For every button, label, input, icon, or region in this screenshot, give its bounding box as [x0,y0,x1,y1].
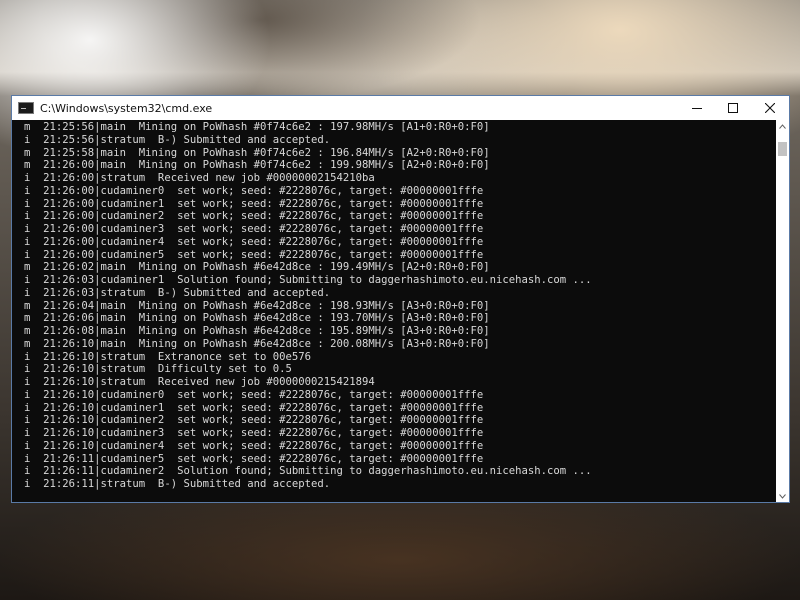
console-output[interactable]: m 21:25:56|main Mining on PoWhash #0f74c… [12,120,789,502]
console-line: m 21:26:00|main Mining on PoWhash #0f74c… [24,159,490,172]
window-titlebar[interactable]: C:\Windows\system32\cmd.exe [12,96,789,121]
console-line: i 21:26:11|stratum B-) Submitted and acc… [24,478,331,490]
console-lines: m 21:25:56|main Mining on PoWhash #0f74c… [24,121,775,491]
console-line: i 21:26:00|cudaminer3 set work; seed: #2… [24,223,484,235]
console-line: m 21:25:58|main Mining on PoWhash #0f74c… [24,146,490,159]
window-title: C:\Windows\system32\cmd.exe [40,101,213,115]
close-icon [765,103,775,113]
cmd-app-icon[interactable] [18,102,34,114]
console-line: m 21:26:02|main Mining on PoWhash #6e42d… [24,261,490,274]
scroll-down-button[interactable] [776,490,789,502]
chevron-up-icon [779,123,786,129]
minimize-icon [692,108,702,109]
console-line: i 21:26:10|stratum Difficulty set to 0.5 [24,363,292,376]
scroll-up-button[interactable] [776,120,789,132]
console-line: i 21:25:56|stratum B-) Submitted and acc… [24,133,331,146]
console-line: m 21:25:56|main Mining on PoWhash #0f74c… [24,121,490,133]
minimize-button[interactable] [679,96,715,120]
console-line: m 21:26:06|main Mining on PoWhash #6e42d… [24,312,490,325]
close-button[interactable] [751,96,789,120]
console-line: i 21:26:10|cudaminer2 set work; seed: #2… [24,414,484,427]
console-line: m 21:26:10|main Mining on PoWhash #6e42d… [24,337,490,350]
cmd-window[interactable]: C:\Windows\system32\cmd.exe m 21:25:56|m… [11,95,790,503]
console-line: i 21:26:00|cudaminer0 set work; seed: #2… [24,184,484,197]
console-line: i 21:26:00|cudaminer5 set work; seed: #2… [24,248,484,261]
console-line: m 21:26:08|main Mining on PoWhash #6e42d… [24,325,490,337]
console-line: i 21:26:10|stratum Received new job #000… [24,376,375,388]
maximize-icon [728,103,738,113]
chevron-down-icon [779,493,786,499]
console-line: i 21:26:10|cudaminer1 set work; seed: #2… [24,401,484,414]
console-line: i 21:26:00|cudaminer1 set work; seed: #2… [24,197,484,210]
console-line: i 21:26:03|cudaminer1 Solution found; Su… [24,274,592,286]
console-line: i 21:26:10|cudaminer4 set work; seed: #2… [24,439,484,452]
console-line: i 21:26:00|cudaminer4 set work; seed: #2… [24,235,484,248]
maximize-button[interactable] [715,96,751,120]
console-line: i 21:26:00|cudaminer2 set work; seed: #2… [24,210,484,223]
console-line: i 21:26:00|stratum Received new job #000… [24,172,375,184]
console-line: i 21:26:10|cudaminer3 set work; seed: #2… [24,427,484,439]
console-line: i 21:26:10|cudaminer0 set work; seed: #2… [24,388,484,401]
console-line: i 21:26:11|cudaminer5 set work; seed: #2… [24,452,484,465]
console-line: i 21:26:11|cudaminer2 Solution found; Su… [24,465,592,478]
console-line: i 21:26:03|stratum B-) Submitted and acc… [24,286,331,299]
scrollbar-thumb[interactable] [778,142,787,156]
console-line: i 21:26:10|stratum Extranonce set to 00e… [24,350,312,363]
vertical-scrollbar[interactable] [776,120,789,502]
console-line: m 21:26:04|main Mining on PoWhash #6e42d… [24,299,490,312]
